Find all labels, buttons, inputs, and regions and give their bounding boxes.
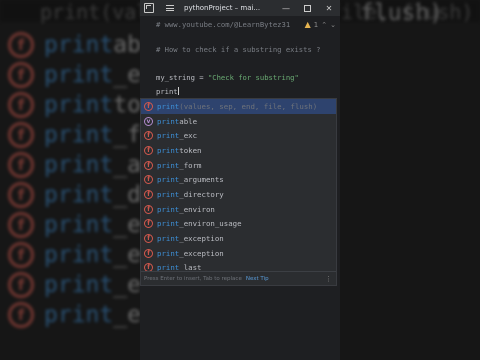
completion-list[interactable]: f print(values, sep, end, file, flush) v pr… — [141, 99, 336, 275]
completion-item[interactable]: f print_directory — [141, 187, 336, 202]
variable-assignment: my_string = — [156, 73, 208, 82]
completion-item[interactable]: f print_arguments — [141, 172, 336, 187]
function-icon: f — [8, 212, 34, 238]
completion-item-label: printable — [157, 116, 198, 126]
completion-item[interactable]: v printable — [141, 114, 336, 129]
function-icon: f — [144, 175, 153, 185]
variable-icon: v — [144, 116, 153, 126]
function-icon: f — [144, 145, 153, 155]
function-icon: f — [8, 92, 34, 118]
completion-item-label: print_exception — [157, 234, 224, 244]
function-icon: f — [144, 101, 153, 111]
hamburger-menu-icon[interactable] — [166, 5, 174, 11]
more-options-icon[interactable]: ⋮ — [325, 275, 332, 283]
code-line-2: # How to check if a substring exists ? — [156, 45, 321, 54]
maximize-button[interactable] — [304, 4, 311, 12]
title-bar: pythonProject – mai... — ✕ — [140, 0, 340, 16]
code-line-3: my_string = "Check for substring" — [156, 73, 299, 82]
completion-item-label: print_directory — [157, 189, 224, 199]
function-icon: f — [8, 272, 34, 298]
function-icon: f — [8, 32, 34, 58]
completion-item-label: print_arguments — [157, 175, 224, 185]
function-icon: f — [8, 62, 34, 88]
footer-hint: Press Enter to insert, Tab to replace — [144, 275, 242, 282]
function-icon: f — [144, 189, 153, 199]
string-literal: "Check for substring" — [207, 73, 299, 82]
function-icon: f — [144, 204, 153, 214]
chevron-down-icon[interactable]: ⌄ — [330, 21, 336, 29]
completion-item[interactable]: f print_form — [141, 158, 336, 173]
next-tip-link[interactable]: Next Tip — [246, 276, 269, 282]
completion-item[interactable]: f print_environ — [141, 202, 336, 217]
warning-icon: ▲ — [304, 20, 311, 29]
completion-item-label: print_environ — [157, 204, 215, 214]
function-icon: f — [8, 182, 34, 208]
typed-text: print — [156, 87, 178, 96]
completion-item[interactable]: f print_environ_usage — [141, 217, 336, 232]
completion-item-label: printtoken — [157, 145, 202, 155]
function-icon: f — [144, 160, 153, 170]
function-icon: f — [144, 219, 153, 229]
completion-item-label: print_form — [157, 160, 202, 170]
project-icon[interactable] — [144, 3, 154, 13]
warning-count: 1 — [313, 20, 319, 29]
function-icon: f — [8, 302, 34, 328]
minimize-button[interactable]: — — [275, 4, 297, 13]
completion-item[interactable]: f print_exception — [141, 231, 336, 246]
completion-item-label: print_exception — [157, 248, 224, 258]
chevron-up-icon[interactable]: ⌃ — [321, 21, 327, 29]
completion-footer: Press Enter to insert, Tab to replace Ne… — [141, 271, 336, 285]
function-icon: f — [144, 131, 153, 141]
completion-item-label: print_exc — [157, 131, 198, 141]
code-completion-popup[interactable]: f print(values, sep, end, file, flush) v pr… — [140, 98, 337, 286]
completion-item[interactable]: f print_exception — [141, 246, 336, 261]
completion-item[interactable]: f print(values, sep, end, file, flush) — [141, 99, 336, 114]
text-caret — [177, 87, 179, 95]
function-icon: f — [144, 234, 153, 244]
window-title: pythonProject – mai... — [184, 4, 261, 12]
completion-item-label: print(values, sep, end, file, flush) — [157, 101, 318, 111]
function-icon: f — [8, 152, 34, 178]
function-icon: f — [8, 122, 34, 148]
code-line-1: # www.youtube.com/@LearnBytez31 — [156, 20, 291, 29]
function-icon: f — [8, 242, 34, 268]
completion-item[interactable]: f print_exc — [141, 128, 336, 143]
code-line-4: print — [156, 87, 179, 96]
inspection-widget[interactable]: ▲ 1 ⌃ ⌄ — [305, 20, 336, 29]
close-button[interactable]: ✕ — [318, 4, 340, 13]
function-icon: f — [144, 248, 153, 258]
completion-item-label: print_environ_usage — [157, 219, 242, 229]
completion-item[interactable]: f printtoken — [141, 143, 336, 158]
background-right-fragment: flush) — [360, 0, 444, 26]
